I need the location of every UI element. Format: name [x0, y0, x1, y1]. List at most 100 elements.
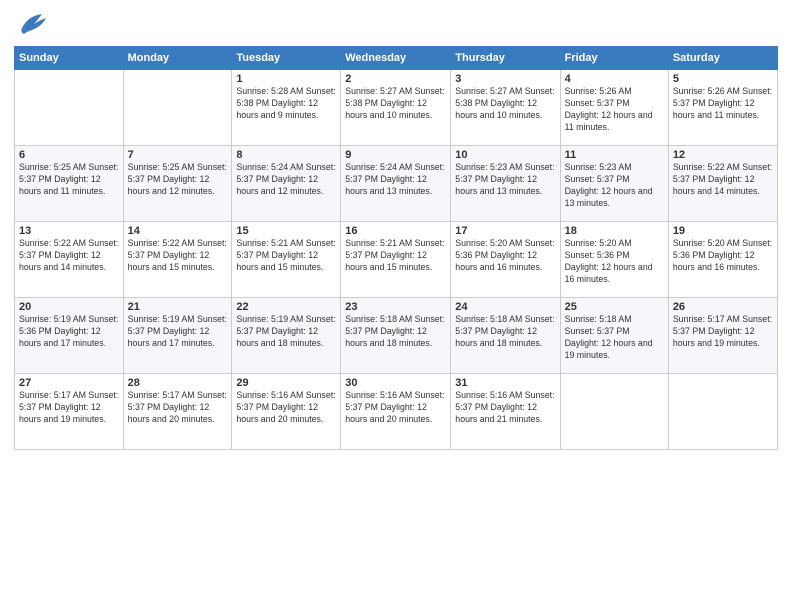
calendar-cell: 1Sunrise: 5:28 AM Sunset: 5:38 PM Daylig…	[232, 70, 341, 146]
calendar-cell: 26Sunrise: 5:17 AM Sunset: 5:37 PM Dayli…	[668, 298, 777, 374]
day-number: 17	[455, 225, 555, 237]
day-number: 2	[345, 73, 446, 85]
calendar-cell: 5Sunrise: 5:26 AM Sunset: 5:37 PM Daylig…	[668, 70, 777, 146]
day-number: 27	[19, 377, 119, 389]
calendar-cell: 13Sunrise: 5:22 AM Sunset: 5:37 PM Dayli…	[15, 222, 124, 298]
day-number: 18	[565, 225, 664, 237]
day-info: Sunrise: 5:21 AM Sunset: 5:37 PM Dayligh…	[236, 238, 336, 274]
day-number: 11	[565, 149, 664, 161]
day-info: Sunrise: 5:22 AM Sunset: 5:37 PM Dayligh…	[19, 238, 119, 274]
calendar-cell: 6Sunrise: 5:25 AM Sunset: 5:37 PM Daylig…	[15, 146, 124, 222]
day-info: Sunrise: 5:24 AM Sunset: 5:37 PM Dayligh…	[345, 162, 446, 198]
day-info: Sunrise: 5:20 AM Sunset: 5:36 PM Dayligh…	[673, 238, 773, 274]
calendar-cell	[15, 70, 124, 146]
day-info: Sunrise: 5:22 AM Sunset: 5:37 PM Dayligh…	[128, 238, 228, 274]
day-number: 12	[673, 149, 773, 161]
day-number: 14	[128, 225, 228, 237]
calendar-cell: 21Sunrise: 5:19 AM Sunset: 5:37 PM Dayli…	[123, 298, 232, 374]
calendar-cell: 12Sunrise: 5:22 AM Sunset: 5:37 PM Dayli…	[668, 146, 777, 222]
day-info: Sunrise: 5:25 AM Sunset: 5:37 PM Dayligh…	[19, 162, 119, 198]
calendar-week-row: 6Sunrise: 5:25 AM Sunset: 5:37 PM Daylig…	[15, 146, 778, 222]
weekday-header: Wednesday	[341, 47, 451, 70]
calendar-cell: 23Sunrise: 5:18 AM Sunset: 5:37 PM Dayli…	[341, 298, 451, 374]
day-info: Sunrise: 5:18 AM Sunset: 5:37 PM Dayligh…	[455, 314, 555, 350]
calendar-cell: 19Sunrise: 5:20 AM Sunset: 5:36 PM Dayli…	[668, 222, 777, 298]
calendar-week-row: 1Sunrise: 5:28 AM Sunset: 5:38 PM Daylig…	[15, 70, 778, 146]
calendar-cell	[668, 374, 777, 450]
logo-icon	[14, 10, 50, 38]
weekday-header: Sunday	[15, 47, 124, 70]
day-info: Sunrise: 5:17 AM Sunset: 5:37 PM Dayligh…	[19, 390, 119, 426]
calendar-cell: 7Sunrise: 5:25 AM Sunset: 5:37 PM Daylig…	[123, 146, 232, 222]
calendar-cell: 22Sunrise: 5:19 AM Sunset: 5:37 PM Dayli…	[232, 298, 341, 374]
day-info: Sunrise: 5:24 AM Sunset: 5:37 PM Dayligh…	[236, 162, 336, 198]
logo	[14, 10, 52, 38]
day-info: Sunrise: 5:27 AM Sunset: 5:38 PM Dayligh…	[345, 86, 446, 122]
header	[14, 10, 778, 38]
day-number: 21	[128, 301, 228, 313]
day-number: 23	[345, 301, 446, 313]
day-number: 8	[236, 149, 336, 161]
day-number: 20	[19, 301, 119, 313]
day-info: Sunrise: 5:18 AM Sunset: 5:37 PM Dayligh…	[565, 314, 664, 362]
weekday-header: Friday	[560, 47, 668, 70]
weekday-header: Thursday	[451, 47, 560, 70]
day-number: 22	[236, 301, 336, 313]
weekday-header: Monday	[123, 47, 232, 70]
day-number: 6	[19, 149, 119, 161]
day-info: Sunrise: 5:26 AM Sunset: 5:37 PM Dayligh…	[565, 86, 664, 134]
calendar-cell: 11Sunrise: 5:23 AM Sunset: 5:37 PM Dayli…	[560, 146, 668, 222]
day-number: 4	[565, 73, 664, 85]
day-info: Sunrise: 5:25 AM Sunset: 5:37 PM Dayligh…	[128, 162, 228, 198]
day-info: Sunrise: 5:17 AM Sunset: 5:37 PM Dayligh…	[128, 390, 228, 426]
calendar-cell: 27Sunrise: 5:17 AM Sunset: 5:37 PM Dayli…	[15, 374, 124, 450]
calendar-cell: 16Sunrise: 5:21 AM Sunset: 5:37 PM Dayli…	[341, 222, 451, 298]
day-number: 7	[128, 149, 228, 161]
day-number: 15	[236, 225, 336, 237]
day-info: Sunrise: 5:17 AM Sunset: 5:37 PM Dayligh…	[673, 314, 773, 350]
day-info: Sunrise: 5:16 AM Sunset: 5:37 PM Dayligh…	[345, 390, 446, 426]
day-info: Sunrise: 5:16 AM Sunset: 5:37 PM Dayligh…	[236, 390, 336, 426]
calendar-cell: 3Sunrise: 5:27 AM Sunset: 5:38 PM Daylig…	[451, 70, 560, 146]
day-number: 25	[565, 301, 664, 313]
calendar-cell: 10Sunrise: 5:23 AM Sunset: 5:37 PM Dayli…	[451, 146, 560, 222]
weekday-header: Saturday	[668, 47, 777, 70]
calendar-cell: 29Sunrise: 5:16 AM Sunset: 5:37 PM Dayli…	[232, 374, 341, 450]
day-number: 28	[128, 377, 228, 389]
day-number: 3	[455, 73, 555, 85]
day-number: 13	[19, 225, 119, 237]
calendar-cell	[560, 374, 668, 450]
calendar-header-row: SundayMondayTuesdayWednesdayThursdayFrid…	[15, 47, 778, 70]
day-info: Sunrise: 5:26 AM Sunset: 5:37 PM Dayligh…	[673, 86, 773, 122]
calendar-cell: 14Sunrise: 5:22 AM Sunset: 5:37 PM Dayli…	[123, 222, 232, 298]
day-number: 1	[236, 73, 336, 85]
day-number: 24	[455, 301, 555, 313]
page: SundayMondayTuesdayWednesdayThursdayFrid…	[0, 0, 792, 612]
calendar-cell: 4Sunrise: 5:26 AM Sunset: 5:37 PM Daylig…	[560, 70, 668, 146]
day-number: 10	[455, 149, 555, 161]
day-info: Sunrise: 5:22 AM Sunset: 5:37 PM Dayligh…	[673, 162, 773, 198]
calendar-cell: 28Sunrise: 5:17 AM Sunset: 5:37 PM Dayli…	[123, 374, 232, 450]
weekday-header: Tuesday	[232, 47, 341, 70]
calendar-cell: 2Sunrise: 5:27 AM Sunset: 5:38 PM Daylig…	[341, 70, 451, 146]
day-number: 5	[673, 73, 773, 85]
day-info: Sunrise: 5:16 AM Sunset: 5:37 PM Dayligh…	[455, 390, 555, 426]
calendar-cell: 20Sunrise: 5:19 AM Sunset: 5:36 PM Dayli…	[15, 298, 124, 374]
calendar-cell: 9Sunrise: 5:24 AM Sunset: 5:37 PM Daylig…	[341, 146, 451, 222]
day-number: 29	[236, 377, 336, 389]
day-info: Sunrise: 5:27 AM Sunset: 5:38 PM Dayligh…	[455, 86, 555, 122]
calendar-cell: 31Sunrise: 5:16 AM Sunset: 5:37 PM Dayli…	[451, 374, 560, 450]
calendar-cell: 30Sunrise: 5:16 AM Sunset: 5:37 PM Dayli…	[341, 374, 451, 450]
calendar-cell: 8Sunrise: 5:24 AM Sunset: 5:37 PM Daylig…	[232, 146, 341, 222]
day-info: Sunrise: 5:18 AM Sunset: 5:37 PM Dayligh…	[345, 314, 446, 350]
calendar-cell: 15Sunrise: 5:21 AM Sunset: 5:37 PM Dayli…	[232, 222, 341, 298]
calendar-cell	[123, 70, 232, 146]
day-info: Sunrise: 5:28 AM Sunset: 5:38 PM Dayligh…	[236, 86, 336, 122]
day-number: 16	[345, 225, 446, 237]
day-number: 26	[673, 301, 773, 313]
day-info: Sunrise: 5:20 AM Sunset: 5:36 PM Dayligh…	[565, 238, 664, 286]
calendar-week-row: 20Sunrise: 5:19 AM Sunset: 5:36 PM Dayli…	[15, 298, 778, 374]
calendar-cell: 24Sunrise: 5:18 AM Sunset: 5:37 PM Dayli…	[451, 298, 560, 374]
calendar-week-row: 27Sunrise: 5:17 AM Sunset: 5:37 PM Dayli…	[15, 374, 778, 450]
day-info: Sunrise: 5:19 AM Sunset: 5:36 PM Dayligh…	[19, 314, 119, 350]
